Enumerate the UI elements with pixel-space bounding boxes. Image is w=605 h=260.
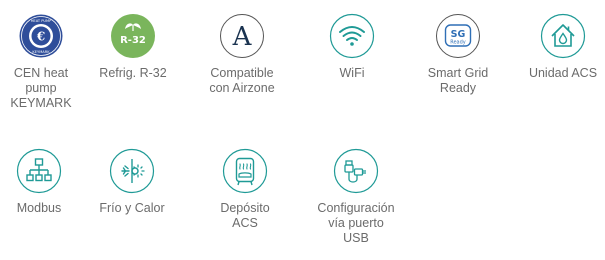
r32-badge-text: R-32 <box>120 35 146 46</box>
feature-label-tank: Depósito ACS <box>220 201 270 230</box>
feature-label-modbus: Modbus <box>16 201 62 215</box>
feature-acs-unit: Unidad ACS <box>517 13 605 81</box>
feature-heat-cool: Frío y Calor <box>86 148 178 216</box>
feature-label-heat-cool: Frío y Calor <box>99 201 165 215</box>
airzone-glyph: A <box>232 22 253 52</box>
heat-cool-icon <box>109 148 155 194</box>
smart-grid-icon: SG Ready <box>435 13 481 59</box>
water-tank-icon <box>222 148 268 194</box>
keymark-badge-icon: € HEAT PUMP KEYMARK <box>18 13 64 59</box>
airzone-logo-icon: A <box>219 13 265 59</box>
feature-label-keymark: CEN heat pump KEYMARK <box>10 66 72 110</box>
wifi-icon <box>329 13 375 59</box>
keymark-top-text: HEAT PUMP <box>31 19 52 23</box>
keymark-bottom-text: KEYMARK <box>32 50 50 54</box>
feature-airzone: A Compatible con Airzone <box>196 13 288 96</box>
refrigerant-r32-icon: R-32 <box>110 13 156 59</box>
feature-keymark: € HEAT PUMP KEYMARK CEN heat pump KEYMAR… <box>0 13 87 111</box>
feature-usb: Configuración vía puerto USB <box>310 148 402 246</box>
svg-text:€: € <box>36 30 45 44</box>
feature-label-acs-unit: Unidad ACS <box>528 66 598 80</box>
feature-r32: R-32 Refrig. R-32 <box>87 13 179 81</box>
sg-badge-sub: Ready <box>450 40 466 46</box>
feature-label-airzone: Compatible con Airzone <box>209 66 275 95</box>
feature-label-wifi: WiFi <box>339 66 365 80</box>
sg-badge-main: SG <box>451 29 466 40</box>
feature-tank: Depósito ACS <box>199 148 291 231</box>
feature-label-smart-grid: Smart Grid Ready <box>427 66 489 95</box>
house-water-drop-icon <box>540 13 586 59</box>
feature-label-r32: Refrig. R-32 <box>99 66 167 80</box>
feature-wifi: WiFi <box>306 13 398 81</box>
feature-smart-grid: SG Ready Smart Grid Ready <box>412 13 504 96</box>
feature-label-usb: Configuración vía puerto USB <box>317 201 395 245</box>
usb-plug-icon <box>333 148 379 194</box>
network-tree-icon <box>16 148 62 194</box>
feature-modbus: Modbus <box>0 148 85 216</box>
